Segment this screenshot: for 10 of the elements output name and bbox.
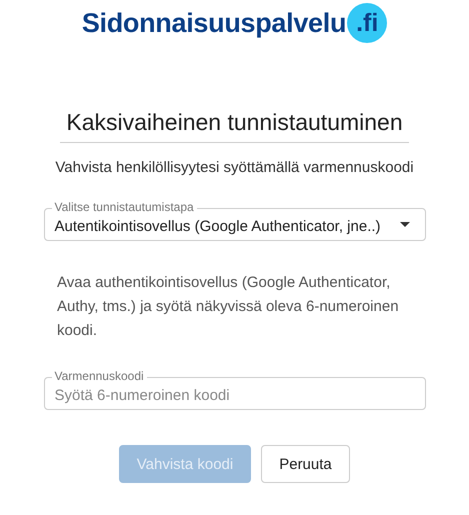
logo-text: Sidonnaisuuspalvelu: [82, 8, 346, 38]
cancel-button[interactable]: Peruuta: [261, 445, 350, 483]
caret-icon: [400, 222, 410, 227]
field-label: Varmennuskoodi: [52, 369, 147, 383]
page-title: Kaksivaiheinen tunnistautuminen: [60, 109, 409, 143]
select-value: Autentikointisovellus (Google Authenticator, jne..): [54, 218, 381, 235]
instructions-text: Avaa authentikointisovellus (Google Authenticator, Authy, tms.) ja syötä näkyvissä oleva 6-numeroinen koodi.: [57, 273, 400, 341]
logo-domain-badge: .fi: [347, 3, 388, 43]
subtitle-text: Vahvista henkilöllisyytesi syöttämällä varmennuskoodi: [55, 159, 414, 176]
select-label: Valitse tunnistautumistapa: [52, 200, 197, 214]
